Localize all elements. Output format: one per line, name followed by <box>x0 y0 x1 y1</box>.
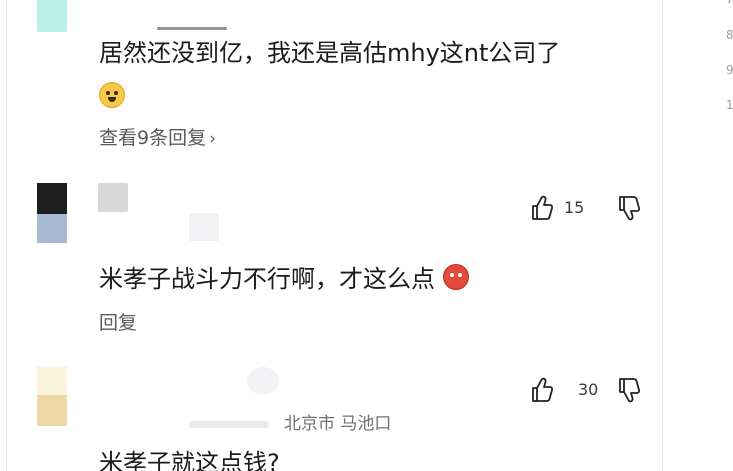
comment-text: 居然还没到亿，我还是高估mhy这nt公司了 <box>99 39 561 67</box>
line-number: 1 <box>726 98 733 112</box>
avatar[interactable] <box>37 367 67 426</box>
reply-link[interactable]: 回复 <box>99 308 137 335</box>
smirking-face-icon <box>99 82 125 108</box>
redacted-metadata <box>189 213 219 241</box>
angry-face-icon <box>442 264 469 290</box>
redacted-username <box>157 27 227 30</box>
comment-actions: 15 <box>530 194 645 224</box>
redacted-username <box>247 367 279 395</box>
line-number: 9 <box>726 63 733 77</box>
like-count: 30 <box>578 380 599 399</box>
thumbs-down-icon[interactable] <box>617 194 641 222</box>
chevron-right-icon: › <box>209 129 216 149</box>
comment-emoji-line <box>99 80 125 114</box>
like-count: 15 <box>564 198 585 217</box>
line-number: 8 <box>726 28 733 42</box>
comment-actions: 30 <box>530 376 645 406</box>
line-number: 7 <box>726 0 733 6</box>
avatar[interactable] <box>37 0 67 32</box>
thumbs-down-icon[interactable] <box>617 376 641 404</box>
avatar[interactable] <box>37 183 67 243</box>
comment-text: 米孝子战斗力不行啊，才这么点 <box>99 262 469 296</box>
comment-location: 北京市 马池口 <box>284 414 392 434</box>
thumbs-up-icon[interactable] <box>530 194 554 222</box>
thumbs-up-icon[interactable] <box>530 376 554 404</box>
view-replies-link[interactable]: 查看9条回复 › <box>99 123 216 150</box>
comment-list: 居然还没到亿，我还是高估mhy这nt公司了 查看9条回复 › 15 米孝子战斗力不… <box>6 0 663 471</box>
redacted-metadata <box>189 421 269 428</box>
redacted-username <box>98 183 128 212</box>
comment-text: 米孝子就这点钱? <box>99 449 280 471</box>
